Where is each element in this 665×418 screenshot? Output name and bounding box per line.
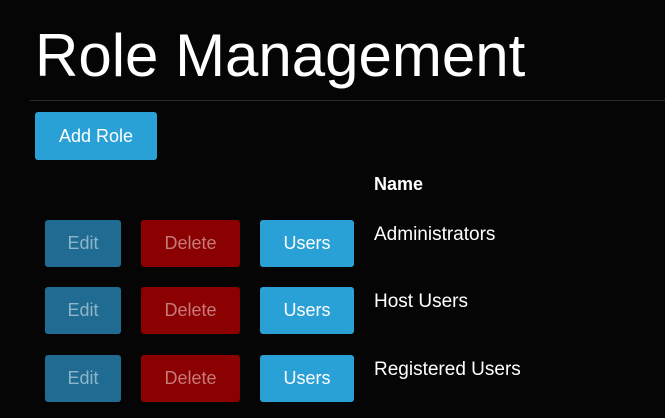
users-button[interactable]: Users [260,355,354,402]
edit-button[interactable]: Edit [45,355,121,402]
delete-button[interactable]: Delete [141,355,240,402]
column-header-name: Name [374,174,424,194]
page-title: Role Management [35,22,526,89]
delete-button[interactable]: Delete [141,287,240,334]
edit-button[interactable]: Edit [45,287,121,334]
add-role-button[interactable]: Add Role [35,112,157,160]
users-button[interactable]: Users [260,287,354,334]
role-name: Host Users [374,291,468,312]
role-name: Registered Users [374,359,521,380]
title-divider [30,100,665,101]
users-button[interactable]: Users [260,220,354,267]
role-management-page: Role Management Add Role Name Edit Delet… [0,0,665,418]
delete-button[interactable]: Delete [141,220,240,267]
role-name: Administrators [374,224,496,245]
edit-button[interactable]: Edit [45,220,121,267]
